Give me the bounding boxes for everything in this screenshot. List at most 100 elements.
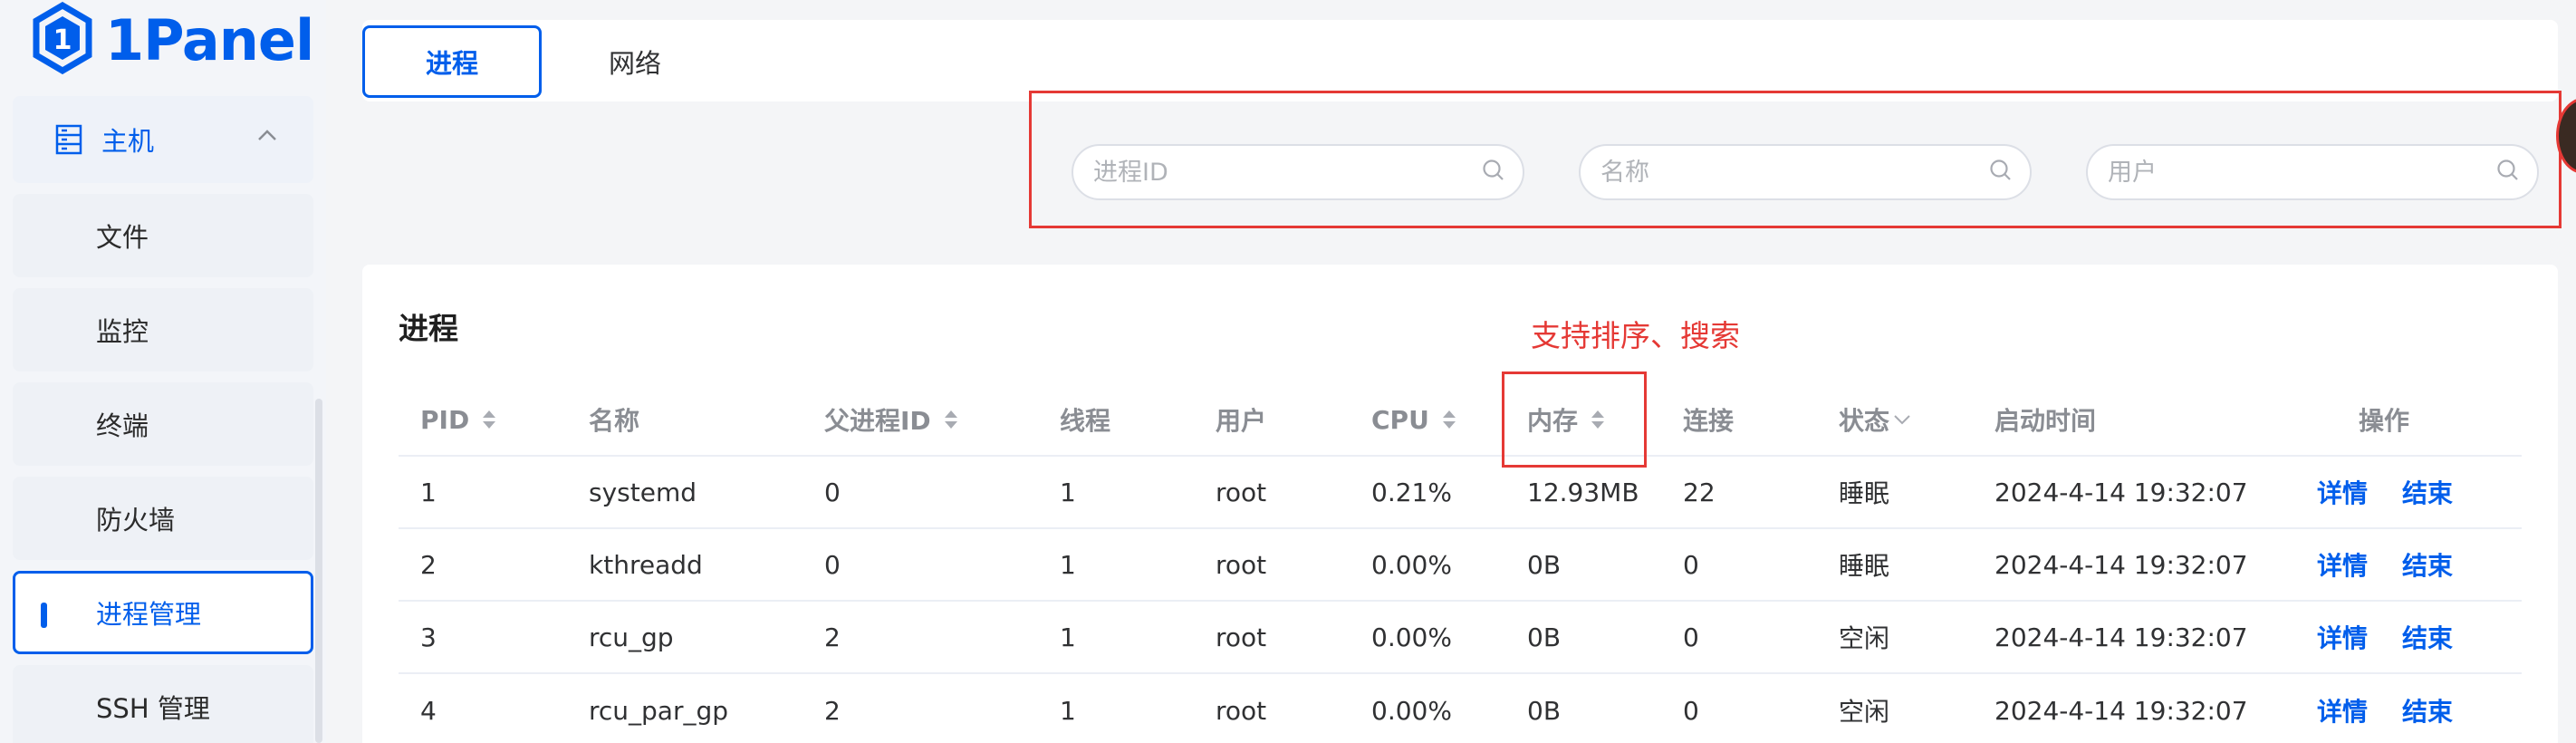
search-name-field[interactable]: [1579, 144, 2032, 200]
tab-label: 网络: [608, 48, 661, 79]
cell-name: rcu_gp: [589, 622, 674, 652]
sidebar-group-label: 主机: [101, 126, 155, 157]
cell-actions: 详情 结束: [2317, 529, 2487, 600]
cell-name: systemd: [589, 477, 697, 507]
cell-user: root: [1216, 622, 1267, 652]
cell-ppid: 2: [824, 622, 841, 652]
tab-network[interactable]: 网络: [545, 25, 725, 98]
end-process-button[interactable]: 结束: [2402, 619, 2453, 655]
sort-icon[interactable]: [942, 408, 960, 431]
cell-name: rcu_par_gp: [589, 695, 729, 726]
end-process-button[interactable]: 结束: [2402, 474, 2453, 510]
cell-start-time: 2024-4-14 19:32:07: [1994, 695, 2248, 726]
sidebar-item-label: 防火墙: [96, 505, 176, 536]
sidebar-item-label: 文件: [96, 222, 149, 253]
cell-connections: 0: [1683, 549, 1699, 580]
cell-status: 空闲: [1839, 697, 1890, 727]
sort-icon[interactable]: [1440, 408, 1458, 431]
cell-actions: 详情 结束: [2317, 457, 2487, 527]
sidebar-group-host[interactable]: 主机: [13, 96, 313, 183]
search-icon[interactable]: [2495, 158, 2521, 187]
cell-pid: 4: [420, 695, 437, 726]
column-header-pid[interactable]: PID: [420, 384, 498, 455]
column-header-status[interactable]: 状态: [1839, 384, 1911, 455]
server-icon: [54, 124, 83, 155]
sidebar-item-files[interactable]: 文件: [13, 194, 313, 277]
cell-actions: 详情 结束: [2317, 602, 2487, 672]
cell-start-time: 2024-4-14 19:32:07: [1994, 549, 2248, 580]
sidebar-item-label: 监控: [96, 316, 149, 347]
search-pid-field[interactable]: [1072, 144, 1524, 200]
cell-threads: 1: [1060, 549, 1076, 580]
sidebar-item-process-management[interactable]: 进程管理: [13, 571, 313, 654]
tab-bar: 进程 网络: [362, 20, 2558, 101]
search-name-input[interactable]: [1600, 158, 1988, 187]
cell-start-time: 2024-4-14 19:32:07: [1994, 477, 2248, 507]
svg-text:1: 1: [53, 24, 72, 56]
sidebar-item-label: SSH 管理: [96, 693, 210, 724]
logo-text: 1Panel: [105, 6, 314, 73]
cell-threads: 1: [1060, 622, 1076, 652]
cell-memory: 0B: [1527, 695, 1562, 726]
cell-connections: 0: [1683, 622, 1699, 652]
cell-cpu: 0.00%: [1371, 622, 1452, 652]
column-header-name: 名称: [589, 406, 640, 436]
card-title: 进程: [399, 311, 458, 346]
process-card: 进程 支持排序、搜索 PID 名称 父进程ID 线程 用户 CPU 内存 连接: [362, 265, 2558, 743]
cell-pid: 1: [420, 477, 437, 507]
sidebar: 1 1Panel 主机 文件 监控 终端 防火墙 进程管理 SSH 管理: [0, 0, 326, 743]
cell-threads: 1: [1060, 695, 1076, 726]
column-header-connections: 连接: [1683, 406, 1735, 436]
end-process-button[interactable]: 结束: [2402, 546, 2453, 583]
table-row: 1 systemd 0 1 root 0.21% 12.93MB 22 睡眠 2…: [399, 457, 2522, 529]
detail-button[interactable]: 详情: [2317, 546, 2368, 583]
column-header-start-time: 启动时间: [1994, 406, 2097, 436]
annotation-text: 支持排序、搜索: [1531, 318, 1740, 353]
search-user-input[interactable]: [2108, 158, 2495, 187]
sort-icon[interactable]: [480, 408, 498, 431]
column-header-actions: 操作: [2359, 406, 2410, 436]
cell-actions: 详情 结束: [2317, 674, 2487, 743]
cell-memory: 0B: [1527, 622, 1562, 652]
search-icon[interactable]: [1481, 158, 1506, 187]
table-header: PID 名称 父进程ID 线程 用户 CPU 内存 连接 状态 启动时间 操作: [399, 384, 2522, 457]
logo-hexagon-icon: 1: [31, 1, 94, 78]
cell-ppid: 2: [824, 695, 841, 726]
cell-start-time: 2024-4-14 19:32:07: [1994, 622, 2248, 652]
cell-cpu: 0.21%: [1371, 477, 1452, 507]
search-annotation-box: [1029, 91, 2562, 228]
end-process-button[interactable]: 结束: [2402, 692, 2453, 729]
sidebar-item-monitor[interactable]: 监控: [13, 288, 313, 372]
detail-button[interactable]: 详情: [2317, 619, 2368, 655]
app-logo[interactable]: 1 1Panel: [31, 1, 314, 78]
table-row: 2 kthreadd 0 1 root 0.00% 0B 0 睡眠 2024-4…: [399, 529, 2522, 602]
cell-ppid: 0: [824, 549, 841, 580]
column-header-cpu[interactable]: CPU: [1371, 384, 1458, 455]
sidebar-item-terminal[interactable]: 终端: [13, 382, 313, 466]
sidebar-item-label: 终端: [96, 410, 149, 441]
tab-process[interactable]: 进程: [362, 25, 542, 98]
process-table: PID 名称 父进程ID 线程 用户 CPU 内存 连接 状态 启动时间 操作 …: [399, 384, 2522, 743]
cell-status: 空闲: [1839, 623, 1890, 653]
search-user-field[interactable]: [2086, 144, 2539, 200]
chevron-up-icon[interactable]: [257, 129, 277, 141]
cell-pid: 2: [420, 549, 437, 580]
sidebar-item-firewall[interactable]: 防火墙: [13, 477, 313, 560]
search-pid-input[interactable]: [1093, 158, 1481, 187]
active-indicator: [41, 603, 47, 628]
sidebar-scrollbar[interactable]: [315, 399, 322, 743]
cell-name: kthreadd: [589, 549, 703, 580]
search-icon[interactable]: [1988, 158, 2014, 187]
sidebar-item-ssh-management[interactable]: SSH 管理: [13, 665, 313, 743]
cell-connections: 22: [1683, 477, 1716, 507]
annotation-highlight-box: [1502, 372, 1647, 468]
filter-chevron-icon[interactable]: [1893, 413, 1911, 426]
cell-status: 睡眠: [1839, 551, 1890, 581]
tab-label: 进程: [425, 48, 478, 79]
detail-button[interactable]: 详情: [2317, 692, 2368, 729]
detail-button[interactable]: 详情: [2317, 474, 2368, 510]
cell-user: root: [1216, 549, 1267, 580]
column-header-ppid[interactable]: 父进程ID: [824, 384, 960, 455]
cell-threads: 1: [1060, 477, 1076, 507]
cell-user: root: [1216, 695, 1267, 726]
